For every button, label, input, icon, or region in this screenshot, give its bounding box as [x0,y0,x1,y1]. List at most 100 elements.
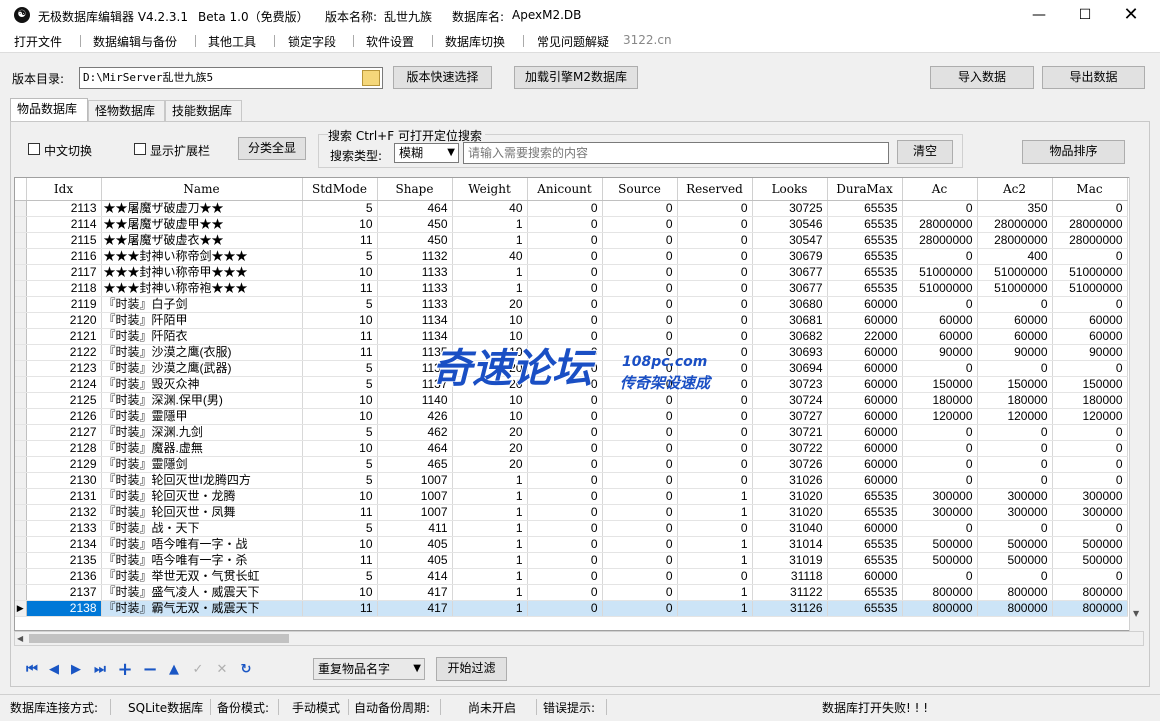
column-header-name[interactable]: Name [101,178,303,201]
start-filter-button[interactable]: 开始过滤 [436,657,507,681]
cell-mac[interactable]: 60000 [1052,312,1128,329]
cell-idx[interactable]: 2124 [26,376,102,393]
tab-monsters-db[interactable]: 怪物数据库 [88,100,165,122]
cell-idx[interactable]: 2114 [26,216,102,233]
cell-duramax[interactable]: 60000 [827,360,903,377]
cell-looks[interactable]: 31020 [752,504,828,521]
cell-duramax[interactable]: 65535 [827,536,903,553]
horizontal-thumb[interactable] [29,634,289,643]
cell-stdmode[interactable]: 5 [302,376,378,393]
row-indicator[interactable] [15,296,27,313]
row-indicator[interactable] [15,200,27,217]
cell-anicount[interactable]: 0 [527,376,603,393]
cell-shape[interactable]: 1135 [377,344,453,361]
cell-source[interactable]: 0 [602,472,678,489]
folder-icon[interactable] [362,70,380,86]
minimize-icon[interactable]: — [1016,0,1062,30]
cell-idx[interactable]: 2133 [26,520,102,537]
cell-looks[interactable]: 30723 [752,376,828,393]
cell-mac[interactable]: 0 [1052,424,1128,441]
cell-looks[interactable]: 30694 [752,360,828,377]
cell-weight[interactable]: 10 [452,312,528,329]
cell-mac[interactable]: 0 [1052,472,1128,489]
cell-ac[interactable]: 90000 [902,344,978,361]
table-row[interactable]: 2128 『时装』魔器.虚無 10 464 20 0 0 0 30722 60000 0 0 0 [15,440,1128,457]
cell-idx[interactable]: 2131 [26,488,102,505]
cell-shape[interactable]: 464 [377,440,453,457]
cell-weight[interactable]: 1 [452,488,528,505]
cell-idx[interactable]: 2129 [26,456,102,473]
cell-reserved[interactable]: 0 [677,200,753,217]
cell-duramax[interactable]: 22000 [827,328,903,345]
cell-mac[interactable]: 150000 [1052,376,1128,393]
cell-looks[interactable]: 30682 [752,328,828,345]
cell-ac[interactable]: 60000 [902,328,978,345]
cell-shape[interactable]: 450 [377,232,453,249]
cell-shape[interactable]: 417 [377,584,453,601]
cell-weight[interactable]: 40 [452,248,528,265]
cell-weight[interactable]: 1 [452,584,528,601]
cell-duramax[interactable]: 60000 [827,344,903,361]
cell-weight[interactable]: 1 [452,280,528,297]
cell-ac2[interactable]: 51000000 [977,280,1053,297]
cell-stdmode[interactable]: 10 [302,488,378,505]
cell-shape[interactable]: 405 [377,536,453,553]
cell-anicount[interactable]: 0 [527,552,603,569]
cell-mac[interactable]: 51000000 [1052,264,1128,281]
cell-idx[interactable]: 2125 [26,392,102,409]
cell-source[interactable]: 0 [602,424,678,441]
load-engine-button[interactable]: 加载引擎M2数据库 [514,66,638,89]
cell-looks[interactable]: 30725 [752,200,828,217]
cell-ac2[interactable]: 0 [977,360,1053,377]
cell-anicount[interactable]: 0 [527,344,603,361]
cell-looks[interactable]: 30693 [752,344,828,361]
cell-source[interactable]: 0 [602,376,678,393]
quick-select-button[interactable]: 版本快速选择 [393,66,492,89]
cell-mac[interactable]: 300000 [1052,504,1128,521]
cell-stdmode[interactable]: 11 [302,600,378,617]
cell-shape[interactable]: 405 [377,552,453,569]
cell-idx[interactable]: 2119 [26,296,102,313]
cell-anicount[interactable]: 0 [527,488,603,505]
cell-name[interactable]: 『时装』唔今唯有一字・战 [101,536,303,553]
column-header-shape[interactable]: Shape [377,178,453,201]
column-header-idx[interactable]: Idx [26,178,102,201]
cell-stdmode[interactable]: 10 [302,312,378,329]
cell-mac[interactable]: 0 [1052,520,1128,537]
cell-idx[interactable]: 2128 [26,440,102,457]
cell-weight[interactable]: 1 [452,552,528,569]
cell-idx[interactable]: 2122 [26,344,102,361]
column-header-looks[interactable]: Looks [752,178,828,201]
menu-other-tools[interactable]: 其他工具 [208,33,256,50]
column-header-anicount[interactable]: Anicount [527,178,603,201]
cell-anicount[interactable]: 0 [527,312,603,329]
cell-ac[interactable]: 300000 [902,504,978,521]
cell-duramax[interactable]: 60000 [827,312,903,329]
row-indicator[interactable] [15,520,27,537]
cell-looks[interactable]: 30726 [752,456,828,473]
cell-reserved[interactable]: 0 [677,424,753,441]
refresh-icon[interactable]: ↻ [236,660,256,680]
cell-name[interactable]: 『时装』战・天下 [101,520,303,537]
cell-duramax[interactable]: 65535 [827,600,903,617]
cell-name[interactable]: 『时装』毁灭众神 [101,376,303,393]
cell-anicount[interactable]: 0 [527,456,603,473]
remove-icon[interactable]: − [140,660,160,680]
cell-mac[interactable]: 0 [1052,456,1128,473]
table-row[interactable]: 2133 『时装』战・天下 5 411 1 0 0 0 31040 60000 0 0 0 [15,520,1128,537]
cell-ac2[interactable]: 800000 [977,600,1053,617]
sort-button[interactable]: 物品排序 [1022,140,1125,164]
cell-looks[interactable]: 30679 [752,248,828,265]
cell-ac[interactable]: 300000 [902,488,978,505]
table-row[interactable]: 2122 『时装』沙漠之鹰(衣服) 11 1135 10 0 0 0 30693 60000 900… [15,344,1128,361]
cell-duramax[interactable]: 65535 [827,504,903,521]
cell-ac[interactable]: 51000000 [902,264,978,281]
last-icon[interactable]: ⏭ [90,660,110,680]
cell-name[interactable]: 『时装』阡陌衣 [101,328,303,345]
cell-stdmode[interactable]: 11 [302,328,378,345]
cell-duramax[interactable]: 65535 [827,216,903,233]
row-indicator[interactable] [15,248,27,265]
cell-mac[interactable]: 0 [1052,248,1128,265]
cell-weight[interactable]: 10 [452,392,528,409]
cell-name[interactable]: ★★★封神い称帝剑★★★ [101,248,303,265]
